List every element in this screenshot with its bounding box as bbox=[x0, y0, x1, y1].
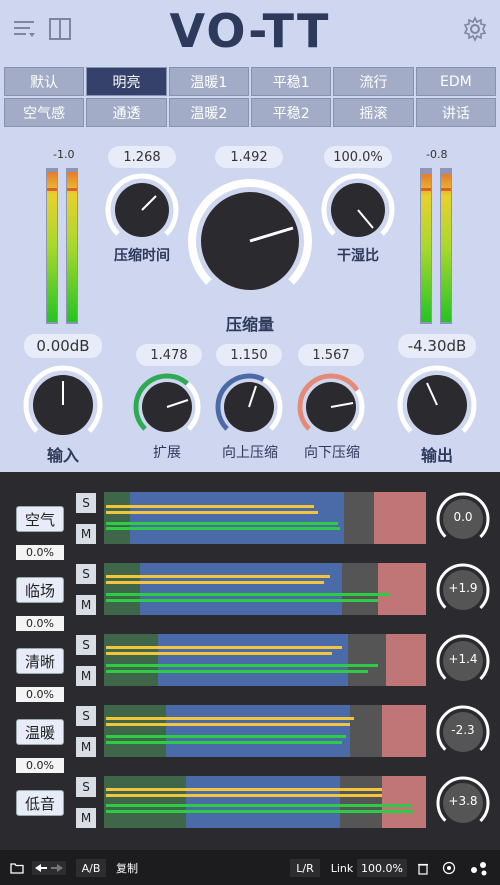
input-peak-value: -1.0 bbox=[53, 148, 75, 161]
solo-button[interactable]: S bbox=[76, 564, 96, 584]
preset-button[interactable]: 默认 bbox=[4, 67, 85, 96]
band-percent: 0.0% bbox=[16, 687, 64, 702]
solo-button[interactable]: S bbox=[76, 493, 96, 513]
input-gain-value: 0.00dB bbox=[24, 334, 102, 358]
band-percent: 0.0% bbox=[16, 758, 64, 773]
mute-button[interactable]: M bbox=[76, 524, 96, 544]
input-gain-label: 输入 bbox=[46, 446, 79, 465]
down-comp-label: 向下压缩 bbox=[304, 445, 360, 461]
output-meter bbox=[420, 168, 452, 324]
lr-mode-button[interactable]: L/R bbox=[290, 859, 320, 877]
preset-button[interactable]: 空气感 bbox=[4, 98, 85, 127]
band-percent: 0.0% bbox=[16, 545, 64, 560]
input-meter bbox=[46, 168, 78, 324]
output-gain-value: -4.30dB bbox=[398, 334, 476, 358]
output-peak-value: -0.8 bbox=[426, 148, 448, 161]
undo-redo-icon[interactable] bbox=[32, 859, 66, 877]
comp-amount-knob[interactable] bbox=[185, 176, 315, 306]
dots-icon[interactable] bbox=[468, 859, 490, 877]
band-button-bass[interactable]: 低音 bbox=[16, 790, 64, 816]
copy-button[interactable]: 复制 bbox=[112, 859, 142, 877]
preset-button[interactable]: 平稳2 bbox=[251, 98, 332, 127]
trash-icon[interactable] bbox=[416, 859, 430, 877]
app-title: VO-TT bbox=[169, 4, 331, 58]
band-gain-value: -2.3 bbox=[451, 723, 475, 737]
mute-button[interactable]: M bbox=[76, 737, 96, 757]
preset-button[interactable]: 流行 bbox=[333, 67, 414, 96]
comp-amount-value: 1.492 bbox=[215, 146, 283, 168]
solo-button[interactable]: S bbox=[76, 777, 96, 797]
comp-time-knob[interactable] bbox=[104, 172, 180, 248]
band-panel: 空气 0.0% S M 0.0 临场 0.0% S M +1.9 清晰 0.0%… bbox=[0, 472, 500, 850]
preset-button[interactable]: 平稳1 bbox=[251, 67, 332, 96]
band-button-warmth[interactable]: 温暖 bbox=[16, 719, 64, 745]
footer-bar: A/B 复制 L/R Link 100.0% bbox=[0, 850, 500, 885]
link-label: Link bbox=[330, 861, 354, 875]
preset-grid: 默认 明亮 温暖1 平稳1 流行 EDM 空气感 通透 温暖2 平稳2 摇滚 讲… bbox=[4, 67, 496, 127]
band-meter-air bbox=[104, 492, 426, 544]
dry-wet-label: 干湿比 bbox=[337, 248, 379, 264]
output-gain-knob[interactable] bbox=[396, 364, 478, 446]
band-gain-value: +1.9 bbox=[448, 581, 478, 595]
solo-button[interactable]: S bbox=[76, 706, 96, 726]
folder-icon[interactable] bbox=[10, 859, 24, 877]
top-panel: VO-TT 默认 明亮 温暖1 平稳1 流行 EDM 空气感 通透 温暖2 平稳… bbox=[0, 0, 500, 472]
band-percent: 0.0% bbox=[16, 616, 64, 631]
band-button-air[interactable]: 空气 bbox=[16, 506, 64, 532]
preset-button[interactable]: 温暖1 bbox=[168, 67, 249, 96]
band-meter-warmth bbox=[104, 705, 426, 757]
band-gain-value: +3.8 bbox=[448, 794, 478, 808]
expand-label: 扩展 bbox=[153, 445, 181, 461]
down-comp-knob[interactable] bbox=[296, 372, 366, 442]
input-gain-knob[interactable] bbox=[22, 364, 104, 446]
band-meter-presence bbox=[104, 563, 426, 615]
preset-button[interactable]: 讲话 bbox=[415, 98, 496, 127]
mute-button[interactable]: M bbox=[76, 808, 96, 828]
dry-wet-value: 100.0% bbox=[324, 146, 392, 168]
output-gain-label: 输出 bbox=[420, 446, 453, 465]
link-value[interactable]: 100.0% bbox=[357, 859, 407, 877]
up-comp-label: 向上压缩 bbox=[222, 445, 278, 461]
brain-icon[interactable] bbox=[441, 859, 457, 877]
comp-time-value: 1.268 bbox=[108, 146, 176, 168]
band-button-presence[interactable]: 临场 bbox=[16, 577, 64, 603]
comp-time-label: 压缩时间 bbox=[114, 248, 170, 264]
preset-button[interactable]: 明亮 bbox=[86, 67, 167, 96]
expand-knob[interactable] bbox=[132, 372, 202, 442]
solo-button[interactable]: S bbox=[76, 635, 96, 655]
expand-value: 1.478 bbox=[136, 344, 202, 366]
ab-toggle[interactable]: A/B bbox=[76, 859, 106, 877]
gear-icon[interactable] bbox=[462, 16, 488, 42]
comp-amount-label: 压缩量 bbox=[225, 315, 274, 334]
band-gain-value: +1.4 bbox=[448, 652, 478, 666]
band-meter-bass bbox=[104, 776, 426, 828]
preset-button[interactable]: 摇滚 bbox=[333, 98, 414, 127]
down-comp-value: 1.567 bbox=[298, 344, 364, 366]
band-meter-clarity bbox=[104, 634, 426, 686]
preset-button[interactable]: 温暖2 bbox=[168, 98, 249, 127]
band-button-clarity[interactable]: 清晰 bbox=[16, 648, 64, 674]
mute-button[interactable]: M bbox=[76, 595, 96, 615]
mute-button[interactable]: M bbox=[76, 666, 96, 686]
preset-button[interactable]: 通透 bbox=[86, 98, 167, 127]
up-comp-value: 1.150 bbox=[216, 344, 282, 366]
band-gain-value: 0.0 bbox=[453, 510, 473, 524]
preset-button[interactable]: EDM bbox=[415, 67, 496, 96]
dry-wet-knob[interactable] bbox=[320, 172, 396, 248]
up-comp-knob[interactable] bbox=[214, 372, 284, 442]
